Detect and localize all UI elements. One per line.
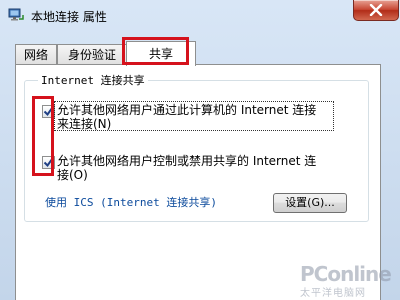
allow-control-label-line2: 接(O) (57, 168, 88, 182)
title-bar: 本地连接 属性 (0, 0, 400, 30)
tab-authentication[interactable]: 身份验证 (57, 44, 127, 64)
checkmark-icon (43, 106, 54, 117)
tab-sharing[interactable]: 共享 (126, 41, 196, 66)
allow-connect-label-line2: 来连接(N) (57, 117, 112, 131)
allow-control-label-line1: 允许其他网络用户控制或禁用共享的 Internet 连 (57, 154, 317, 168)
tab-strip: 网络 身份验证 共享 (15, 41, 395, 66)
close-button[interactable] (353, 0, 399, 21)
allow-connect-checkbox[interactable] (42, 105, 55, 118)
checkmark-icon (43, 157, 54, 168)
ics-help-link[interactable]: 使用 ICS (Internet 连接共享) (45, 194, 217, 210)
window-title: 本地连接 属性 (31, 10, 107, 24)
properties-window: 本地连接 属性 网络 身份验证 共享 Internet 连接共享 允许其他网络用… (0, 0, 400, 300)
allow-connect-label-line1: 允许其他网络用户通过此计算机的 Internet 连接 (57, 103, 317, 117)
tab-network[interactable]: 网络 (15, 44, 57, 64)
close-icon (369, 4, 383, 16)
allow-control-checkbox[interactable] (42, 156, 55, 169)
network-connection-icon (8, 7, 24, 23)
groupbox-title: Internet 连接共享 (38, 72, 148, 88)
settings-button[interactable]: 设置(G)... (273, 193, 347, 213)
